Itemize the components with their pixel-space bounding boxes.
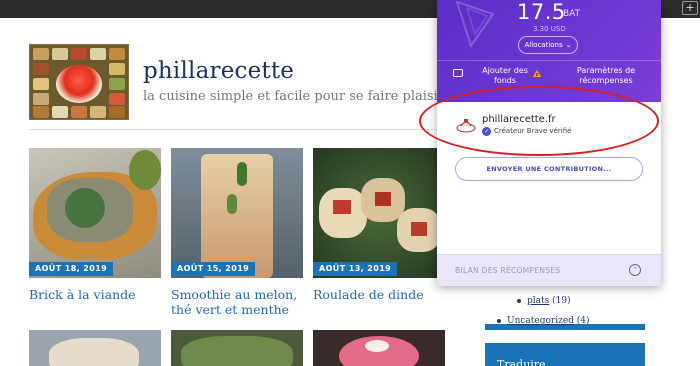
category-count: (4): [576, 316, 590, 326]
chevron-down-icon: ⌄: [565, 41, 572, 49]
post-title[interactable]: Roulade de dinde: [313, 287, 445, 302]
post-card: AOÛT 18, 2019 Brick à la viande: [29, 148, 161, 318]
post-date-badge: AOÛT 15, 2019: [171, 262, 256, 276]
sidebar-translate-widget: Traduire: [485, 343, 645, 366]
post-thumbnail[interactable]: [29, 148, 161, 278]
bat-currency: BAT: [563, 9, 581, 19]
post-thumbnail[interactable]: [171, 148, 303, 278]
widget-title: Traduire: [497, 358, 546, 366]
rewards-summary-bar[interactable]: BILAN DES RÉCOMPENSES ⌃: [437, 254, 661, 286]
bat-triangle-icon: [455, 0, 495, 49]
annotation-circle: [419, 86, 659, 156]
category-list: plats (19) Uncategorized (4): [495, 294, 590, 334]
category-link[interactable]: plats: [527, 296, 549, 306]
post-date-badge: AOÛT 18, 2019: [29, 262, 114, 276]
site-logo[interactable]: [29, 44, 129, 120]
header-divider: [437, 60, 661, 61]
allocations-button[interactable]: Allocations ⌄: [518, 36, 578, 54]
post-thumbnail[interactable]: [313, 330, 445, 366]
rewards-settings-button[interactable]: Paramètres de récompenses: [563, 66, 649, 86]
allocations-label: Allocations: [524, 41, 563, 49]
extension-button[interactable]: +: [682, 1, 698, 15]
category-item: plats (19): [495, 294, 590, 314]
category-link[interactable]: Uncategorized: [507, 316, 574, 326]
post-thumbnail[interactable]: [171, 330, 303, 366]
post-title[interactable]: Smoothie au melon, thé vert et menthe: [171, 287, 303, 317]
chevron-up-icon[interactable]: ⌃: [629, 264, 641, 276]
warning-dot: [536, 73, 538, 76]
post-card: AOÛT 13, 2019 Roulade de dinde: [313, 148, 445, 318]
usd-balance: 3.30 USD: [533, 25, 566, 33]
category-count: (19): [552, 296, 571, 306]
site-title[interactable]: phillarecette: [143, 58, 294, 84]
rewards-summary-label: BILAN DES RÉCOMPENSES: [455, 266, 561, 275]
post-date-badge: AOÛT 13, 2019: [313, 262, 398, 276]
send-contribution-button[interactable]: ENVOYER UNE CONTRIBUTION...: [455, 157, 643, 181]
bat-balance: 17.5: [517, 0, 566, 24]
post-thumbnail[interactable]: [29, 330, 161, 366]
header-divider: [29, 129, 439, 130]
wallet-icon: [453, 69, 463, 77]
add-funds-label: Ajouter des fonds: [482, 66, 528, 85]
sidebar-widget-body: plats (19) Uncategorized (4): [485, 284, 645, 326]
post-thumbnail[interactable]: [313, 148, 445, 278]
browser-viewport: + phillarecette la cuisine simple et fac…: [0, 0, 700, 366]
post-title[interactable]: Brick à la viande: [29, 287, 161, 302]
post-card: AOÛT 15, 2019 Smoothie au melon, thé ver…: [171, 148, 303, 318]
category-item: Uncategorized (4): [495, 314, 590, 334]
